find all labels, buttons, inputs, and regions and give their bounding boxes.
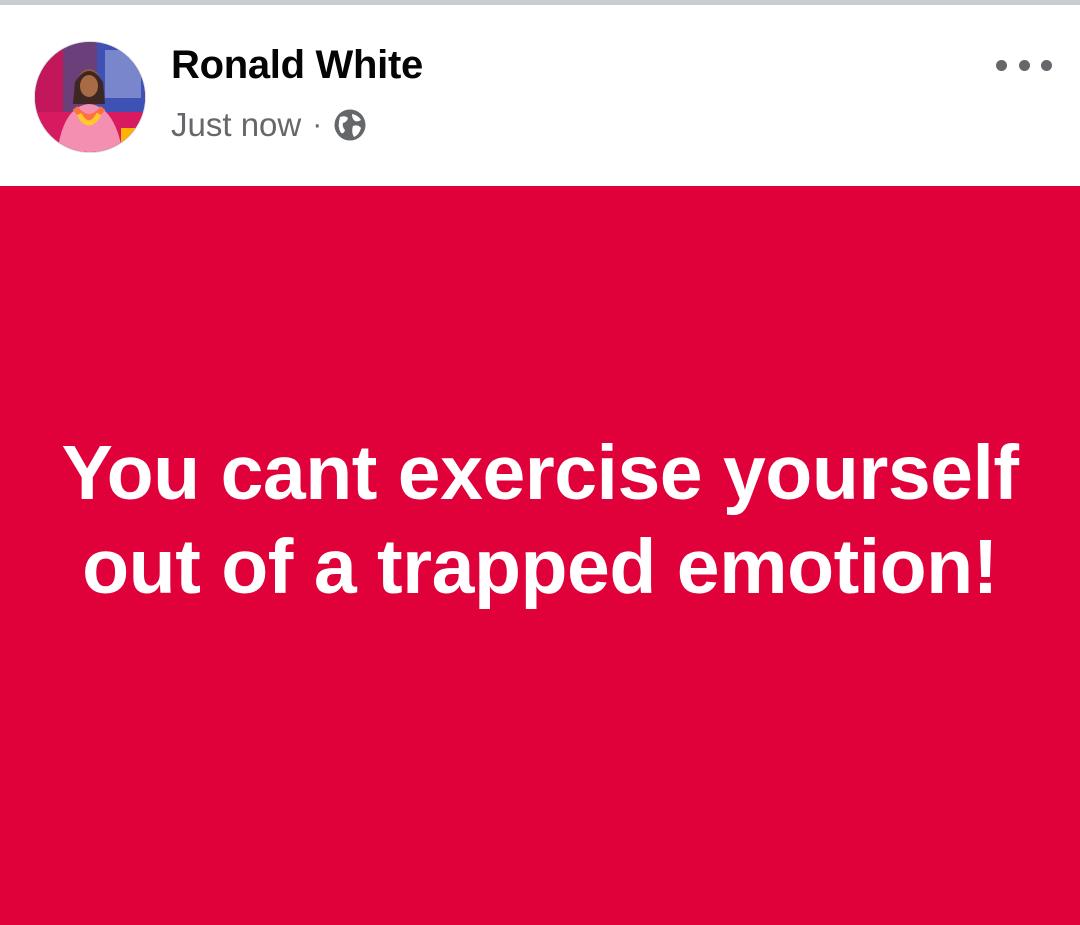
avatar[interactable] — [34, 41, 146, 153]
more-options-icon — [996, 59, 1007, 71]
post-header: Ronald White Just now · — [0, 5, 1080, 186]
more-options-icon — [1041, 59, 1052, 71]
more-options-button[interactable] — [996, 53, 1052, 77]
more-options-icon — [1018, 59, 1030, 71]
post-meta: Just now · — [171, 105, 367, 145]
post-timestamp[interactable]: Just now — [171, 106, 301, 144]
post-background[interactable]: You cant exercise yourself out of a trap… — [0, 186, 1080, 925]
globe-icon[interactable] — [333, 108, 367, 142]
post-text: You cant exercise yourself out of a trap… — [61, 429, 1019, 610]
meta-separator: · — [312, 108, 323, 141]
author-name[interactable]: Ronald White — [171, 43, 423, 87]
